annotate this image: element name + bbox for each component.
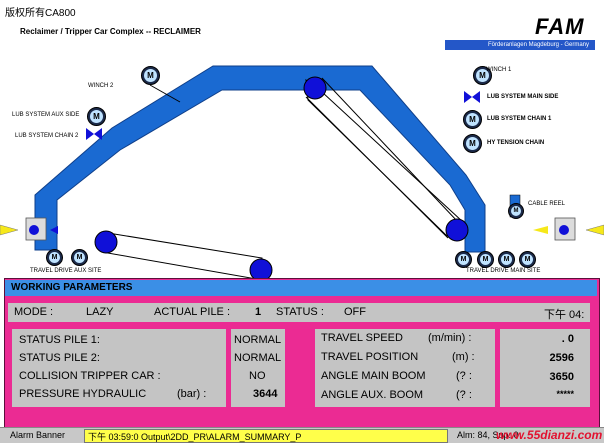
angle-main-boom-unit: (? :: [456, 370, 472, 382]
clock: 下午 04:: [544, 309, 585, 321]
travel-main-motor-2-icon[interactable]: M: [477, 251, 494, 268]
lub-chain-1-label: LUB SYSTEM CHAIN 1: [487, 116, 552, 122]
hy-tension-chain-label: HY TENSION CHAIN: [487, 140, 545, 146]
left-travel-arrow: [0, 224, 19, 236]
alarm-message-field[interactable]: 下午 03:59:0 Output\2DD_PR\ALARM_SUMMARY_P: [84, 429, 448, 443]
right-travel-wheel: [559, 225, 569, 235]
drum-top: [303, 76, 327, 100]
pressure-label: PRESSURE HYDRAULIC: [19, 388, 147, 400]
drum-right: [445, 218, 469, 242]
status-label: STATUS :: [276, 306, 324, 318]
motor-glyph: M: [511, 206, 521, 216]
status-pile-2-label: STATUS PILE 2:: [19, 352, 100, 364]
lub-aux-motor-icon[interactable]: M: [87, 107, 106, 126]
aux-belt: [101, 231, 263, 280]
drum-bottom: [249, 258, 273, 280]
actual-pile-value: 1: [255, 306, 262, 318]
site-watermark: www.55dianzi.com: [496, 428, 603, 442]
travel-position-value: 2596: [549, 352, 574, 364]
travel-drive-main-label: TRAVEL DRIVE MAIN SITE: [466, 268, 541, 274]
mode-value: LAZY: [86, 306, 114, 318]
status-pile-2-value: NORMAL: [234, 352, 282, 364]
actual-pile-label: ACTUAL PILE :: [154, 306, 231, 318]
right-travel-arrow-2: [533, 226, 548, 234]
angle-main-boom-label: ANGLE MAIN BOOM: [321, 370, 426, 382]
collision-value: NO: [249, 370, 266, 382]
left-values-box: NORMAL NORMAL NO 3644: [231, 329, 285, 407]
motor-glyph: M: [466, 113, 479, 126]
cable-reel-motor-icon[interactable]: M: [508, 203, 524, 219]
right-values-box: . 0 2596 3650 *****: [500, 329, 590, 407]
main-belt-bottom-line: [305, 96, 449, 239]
travel-main-motor-4-icon[interactable]: M: [519, 251, 536, 268]
mode-row: MODE : LAZY ACTUAL PILE : 1 STATUS : OFF…: [8, 303, 590, 322]
travel-speed-value: . 0: [561, 333, 574, 345]
angle-aux-boom-label: ANGLE AUX. BOOM: [321, 389, 424, 401]
travel-position-unit: (m) :: [452, 351, 475, 363]
alarm-message: 下午 03:59:0 Output\2DD_PR\ALARM_SUMMARY_P: [88, 432, 302, 442]
angle-main-boom-value: 3650: [549, 371, 574, 383]
winch-1-label: WINCH 1: [486, 67, 512, 73]
lub-chain-1-motor-icon[interactable]: M: [463, 110, 482, 129]
travel-main-motor-3-icon[interactable]: M: [498, 251, 515, 268]
working-parameters-title: WORKING PARAMETERS: [11, 282, 133, 293]
mode-label: MODE :: [14, 306, 54, 318]
pressure-unit: (bar) :: [177, 388, 207, 400]
travel-speed-unit: (m/min) :: [428, 332, 472, 344]
lub-chain-2-valve-icon[interactable]: [86, 128, 102, 140]
winch-2-motor-icon[interactable]: M: [141, 66, 160, 85]
working-parameters-header: WORKING PARAMETERS: [5, 280, 597, 296]
left-labels-box: STATUS PILE 1: STATUS PILE 2: COLLISION …: [12, 329, 226, 407]
status-value: OFF: [344, 306, 366, 318]
drum-left: [94, 230, 118, 254]
motor-glyph: M: [522, 254, 533, 265]
right-labels-box: TRAVEL SPEED (m/min) : TRAVEL POSITION (…: [315, 329, 495, 407]
status-pile-1-label: STATUS PILE 1:: [19, 334, 100, 346]
motor-glyph: M: [144, 69, 157, 82]
pressure-value: 3644: [253, 388, 278, 400]
motor-glyph: M: [74, 252, 85, 263]
travel-speed-label: TRAVEL SPEED: [321, 332, 403, 344]
travel-aux-motor-2-icon[interactable]: M: [71, 249, 88, 266]
status-pile-1-value: NORMAL: [234, 334, 282, 346]
right-travel-arrow: [585, 224, 604, 236]
boom-frame: [34, 65, 486, 253]
angle-aux-boom-unit: (? :: [456, 389, 472, 401]
alarm-banner-label: Alarm Banner: [10, 430, 66, 440]
cable-reel-label: CABLE REEL: [528, 201, 566, 207]
travel-main-motor-1-icon[interactable]: M: [455, 251, 472, 268]
lub-main-side-label: LUB SYSTEM MAIN SIDE: [487, 94, 559, 100]
motor-glyph: M: [466, 137, 479, 150]
collision-label: COLLISION TRIPPER CAR :: [19, 370, 161, 382]
motor-glyph: M: [49, 252, 60, 263]
motor-glyph: M: [458, 254, 469, 265]
travel-position-label: TRAVEL POSITION: [321, 351, 419, 363]
lub-aux-side-label: LUB SYSTEM AUX SIDE: [12, 112, 80, 118]
winch-2-label: WINCH 2: [88, 83, 114, 89]
motor-glyph: M: [501, 254, 512, 265]
angle-aux-boom-value: *****: [556, 389, 574, 399]
alarm-banner-bar: Alarm Banner 下午 03:59:0 Output\2DD_PR\AL…: [0, 427, 604, 443]
left-travel-wheel: [29, 225, 39, 235]
motor-glyph: M: [90, 110, 103, 123]
hy-tension-motor-icon[interactable]: M: [463, 134, 482, 153]
motor-glyph: M: [480, 254, 491, 265]
travel-drive-aux-label: TRAVEL DRIVE AUX SITE: [30, 268, 102, 274]
lub-main-valve-icon[interactable]: [464, 91, 480, 103]
travel-aux-motor-1-icon[interactable]: M: [46, 249, 63, 266]
lub-chain-2-label: LUB SYSTEM CHAIN 2: [15, 133, 79, 139]
